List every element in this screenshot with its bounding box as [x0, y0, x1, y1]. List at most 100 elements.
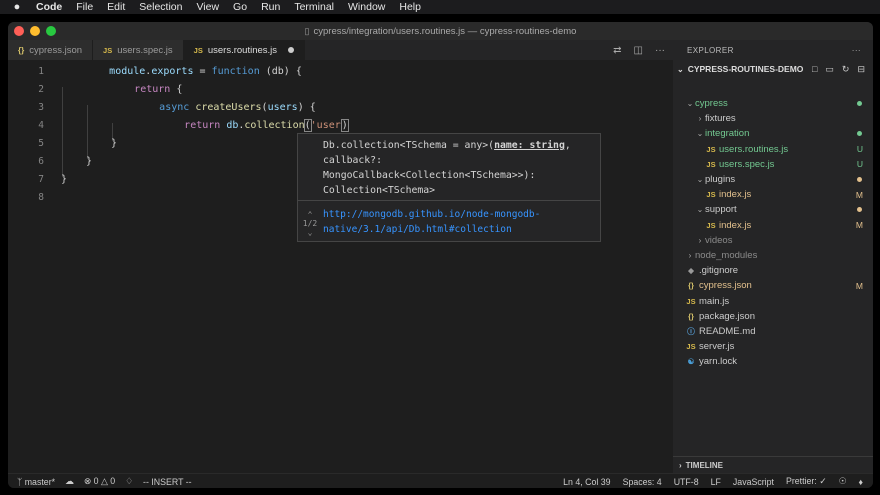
git-status-badge: U [856, 144, 863, 155]
more-actions-icon[interactable]: ··· [852, 46, 861, 55]
json-file-icon: {} [688, 281, 694, 291]
code-line: 5 } [8, 134, 117, 152]
menu-terminal[interactable]: Terminal [294, 1, 334, 13]
menu-file[interactable]: File [76, 1, 93, 13]
code-editor[interactable]: 1 module.exports = function (db) { 2 ret… [8, 60, 673, 473]
tree-item[interactable]: {} cypress.json M [673, 278, 873, 293]
live-share-icon[interactable]: ♢ [125, 476, 133, 487]
git-status-dot [857, 101, 862, 106]
menu-help[interactable]: Help [399, 1, 421, 13]
problems-item[interactable]: ⊗ 0 △ 0 [84, 476, 115, 487]
zoom-window-button[interactable] [46, 26, 56, 36]
git-branch-item[interactable]: ᛉ master* [17, 477, 55, 487]
tree-item[interactable]: › fixtures [673, 111, 873, 126]
file-icon: ▯ [304, 25, 310, 36]
js-file-icon: JS [706, 159, 716, 169]
cursor-position[interactable]: Ln 4, Col 39 [563, 477, 610, 487]
git-file-icon: ◆ [688, 266, 694, 276]
tree-item-label: users.spec.js [719, 158, 775, 170]
prettier-status[interactable]: Prettier: ✓ [786, 476, 827, 487]
menu-view[interactable]: View [196, 1, 219, 13]
unsaved-dot-icon[interactable] [288, 47, 295, 53]
sync-icon[interactable]: ☁ [65, 476, 74, 487]
chevron-up-icon[interactable]: ⌃ [301, 210, 319, 219]
workspace-root[interactable]: ⌄ CYPRESS-ROUTINES-DEMO □ ▭ ↻ ⊟ [673, 60, 873, 78]
tree-item-label: videos [705, 234, 733, 246]
line-number: 4 [38, 119, 44, 131]
tree-item[interactable]: JS index.js M [673, 187, 873, 202]
overload-counter: 1/2 [302, 219, 318, 228]
close-window-button[interactable] [14, 26, 24, 36]
menu-selection[interactable]: Selection [139, 1, 182, 13]
minimize-window-button[interactable] [30, 26, 40, 36]
menu-window[interactable]: Window [348, 1, 385, 13]
tree-item-label: integration [705, 128, 750, 140]
tree-item[interactable]: ⌄ support [673, 202, 873, 217]
tree-item[interactable]: ⌄ cypress [673, 96, 873, 111]
chevron-down-icon[interactable]: ⌄ [301, 228, 319, 237]
chevron-down-icon: ⌄ [696, 175, 704, 184]
apple-icon[interactable]: ● [12, 1, 22, 13]
git-status-dot [857, 131, 862, 137]
indentation[interactable]: Spaces: 4 [623, 477, 662, 487]
window-controls [14, 26, 56, 36]
chevron-right-icon: › [698, 114, 702, 124]
language-mode[interactable]: JavaScript [733, 477, 774, 487]
chevron-right-icon: › [679, 460, 682, 470]
tree-item[interactable]: JS users.spec.js U [673, 157, 873, 172]
code-line: 6 } [8, 152, 92, 170]
tree-item[interactable]: ⓘ README.md [673, 324, 873, 339]
tree-item[interactable]: ⌄ integration [673, 126, 873, 141]
line-number: 8 [38, 191, 44, 203]
menu-go[interactable]: Go [233, 1, 247, 13]
js-file-icon: JS [193, 45, 203, 55]
documentation-link[interactable]: http://mongodb.github.io/node-mongodb-na… [323, 207, 553, 237]
tree-item[interactable]: ◆ .gitignore [673, 263, 873, 278]
chevron-down-icon: ⌄ [686, 99, 694, 108]
js-file-icon: JS [706, 190, 716, 200]
git-status-badge: M [855, 280, 863, 291]
tree-item[interactable]: ⌄ plugins [673, 172, 873, 187]
code-line: 3 async createUsers(users) { [8, 98, 315, 116]
more-actions-icon[interactable]: ··· [655, 45, 665, 56]
tree-item[interactable]: JS users.routines.js U [673, 142, 873, 157]
encoding[interactable]: UTF-8 [674, 477, 699, 487]
tree-item-label: cypress.json [699, 280, 752, 292]
git-status-badge: M [855, 189, 863, 200]
tree-item[interactable]: JS main.js [673, 294, 873, 309]
js-file-icon: JS [706, 220, 716, 230]
end-of-line[interactable]: LF [711, 477, 721, 487]
line-number: 1 [38, 65, 44, 77]
menu-app-name[interactable]: Code [36, 1, 62, 13]
collapse-all-icon[interactable]: ⊟ [857, 64, 865, 75]
tree-item[interactable]: ☯ yarn.lock [673, 354, 873, 369]
vscode-window: ▯ cypress/integration/users.routines.js … [8, 22, 873, 488]
line-number: 3 [38, 101, 44, 113]
menu-edit[interactable]: Edit [107, 1, 125, 13]
js-file-icon: JS [686, 296, 696, 306]
code-line: 8 [8, 188, 44, 206]
tree-item-label: .gitignore [699, 265, 739, 277]
vim-mode: -- INSERT -- [143, 476, 192, 487]
feedback-icon[interactable]: ☉ [839, 476, 847, 487]
chevron-down-icon: ⌄ [696, 205, 704, 215]
new-folder-icon[interactable]: ▭ [825, 64, 834, 75]
notifications-icon[interactable]: ♦ [859, 477, 864, 487]
explorer-panel: EXPLORER ··· ⌄ CYPRESS-ROUTINES-DEMO □ ▭… [673, 40, 873, 473]
chevron-right-icon: › [688, 251, 692, 260]
git-status-badge: U [856, 159, 863, 170]
json-file-icon: {} [688, 311, 694, 321]
tree-item[interactable]: JS index.js M [673, 218, 873, 233]
split-editor-icon[interactable]: ◫ [634, 45, 643, 56]
line-number: 6 [38, 155, 44, 167]
timeline-section[interactable]: › TIMELINE [673, 456, 873, 473]
tree-item[interactable]: {} package.json [673, 309, 873, 324]
menu-run[interactable]: Run [261, 1, 280, 13]
tree-item[interactable]: › videos [673, 233, 873, 248]
tree-item[interactable]: JS server.js [673, 339, 873, 354]
refresh-icon[interactable]: ↻ [842, 64, 850, 75]
new-file-icon[interactable]: □ [812, 64, 817, 75]
open-changes-icon[interactable]: ⇄ [613, 45, 621, 56]
macos-menu-bar: ● Code File Edit Selection View Go Run T… [0, 0, 880, 14]
tree-item[interactable]: › node_modules [673, 248, 873, 263]
